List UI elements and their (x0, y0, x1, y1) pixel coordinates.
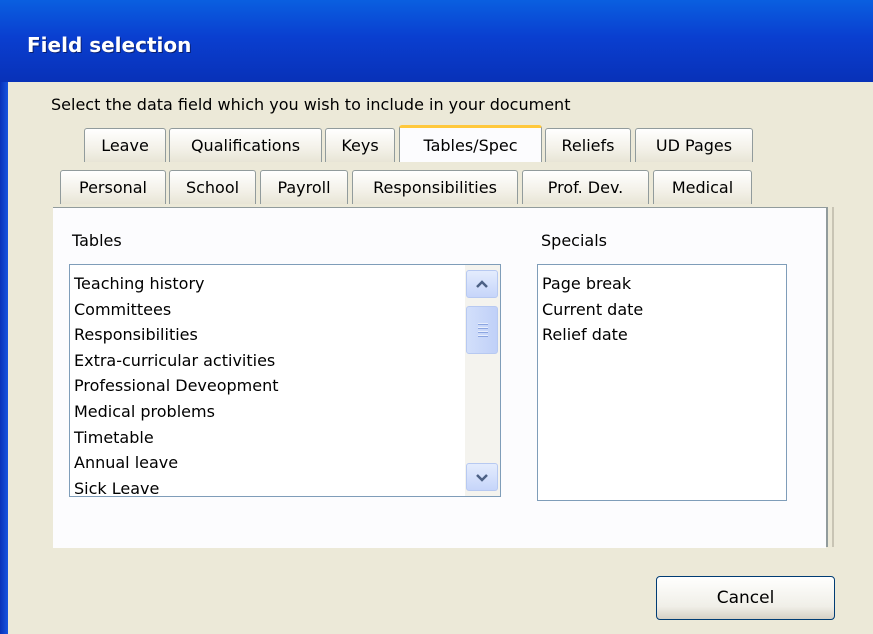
tab-responsibilities[interactable]: Responsibilities (352, 170, 518, 204)
tab-personal[interactable]: Personal (60, 170, 166, 204)
tab-school[interactable]: School (169, 170, 256, 204)
title-bar[interactable]: Field selection (0, 0, 873, 82)
list-item[interactable]: Relief date (538, 322, 786, 348)
tables-listbox[interactable]: Teaching history Committees Responsibili… (69, 264, 501, 497)
list-item[interactable]: Extra-curricular activities (70, 348, 500, 374)
scroll-up-button[interactable] (466, 270, 498, 298)
list-item[interactable]: Annual leave (70, 450, 500, 476)
tab-prof-dev[interactable]: Prof. Dev. (522, 170, 649, 204)
chevron-up-icon (476, 279, 488, 288)
list-item[interactable]: Current date (538, 297, 786, 323)
panel-edge (826, 207, 834, 547)
list-item[interactable]: Teaching history (70, 271, 500, 297)
tables-scrollbar[interactable] (465, 265, 500, 496)
tab-tables-spec[interactable]: Tables/Spec (399, 125, 542, 162)
list-item[interactable]: Committees (70, 297, 500, 323)
tab-medical[interactable]: Medical (653, 170, 752, 204)
list-item[interactable]: Professional Deveopment (70, 373, 500, 399)
tab-qualifications[interactable]: Qualifications (169, 128, 322, 162)
scroll-thumb[interactable] (466, 306, 498, 354)
tab-keys[interactable]: Keys (325, 128, 395, 162)
list-item[interactable]: Responsibilities (70, 322, 500, 348)
cancel-button[interactable]: Cancel (656, 576, 835, 620)
tab-ud-pages[interactable]: UD Pages (635, 128, 753, 162)
specials-list: Page break Current date Relief date (538, 265, 786, 348)
tab-payroll[interactable]: Payroll (260, 170, 348, 204)
chevron-down-icon (476, 473, 488, 482)
instruction-text: Select the data field which you wish to … (51, 95, 571, 114)
list-item[interactable]: Medical problems (70, 399, 500, 425)
list-item[interactable]: Page break (538, 271, 786, 297)
scroll-down-button[interactable] (466, 463, 498, 491)
window-border (0, 82, 8, 634)
specials-listbox[interactable]: Page break Current date Relief date (537, 264, 787, 501)
tab-reliefs[interactable]: Reliefs (545, 128, 631, 162)
tables-list: Teaching history Committees Responsibili… (70, 265, 500, 496)
list-item[interactable]: Timetable (70, 425, 500, 451)
specials-label: Specials (541, 231, 607, 250)
list-item[interactable]: Sick Leave (70, 476, 500, 496)
tab-leave[interactable]: Leave (84, 128, 166, 162)
tables-label: Tables (72, 231, 122, 250)
window-title: Field selection (27, 33, 192, 57)
